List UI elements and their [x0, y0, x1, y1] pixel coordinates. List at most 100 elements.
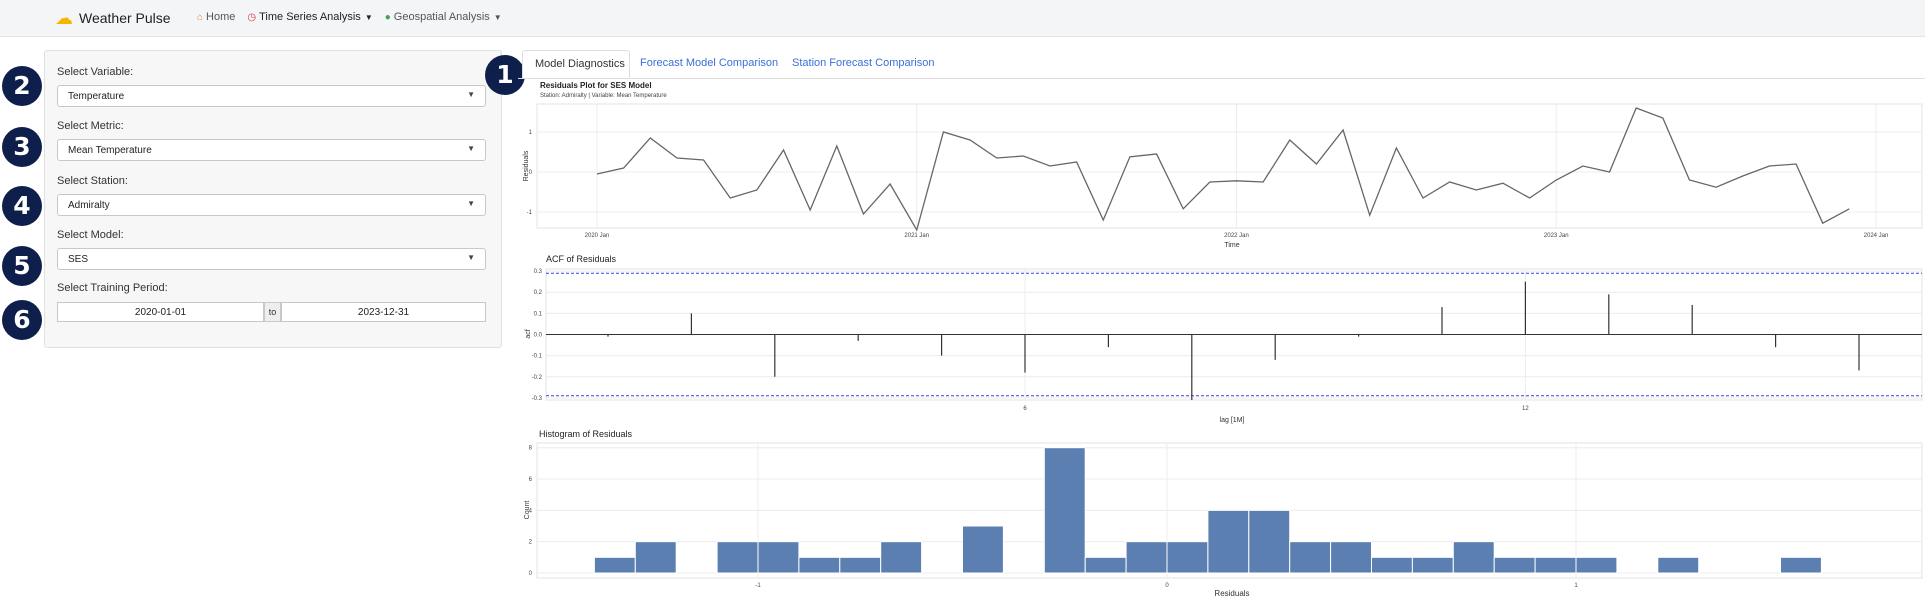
histogram-y-tick: 6 [529, 477, 533, 483]
training-period-label: Select Training Period: [57, 282, 168, 294]
residuals-chart-ylabel: Residuals [523, 150, 530, 181]
caret-down-icon: ▼ [493, 12, 502, 22]
histogram-bar [1248, 509, 1291, 574]
acf-x-tick: 12 [1522, 406, 1529, 412]
tab-model-diagnostics[interactable]: Model Diagnostics [522, 50, 630, 78]
acf-y-tick: -0.2 [532, 375, 543, 381]
acf-plot-area [545, 268, 1923, 401]
histogram-x-tick: 1 [1574, 583, 1578, 589]
histogram-bar [1780, 556, 1822, 574]
variable-select[interactable]: Temperature ▼ [57, 85, 486, 107]
histogram-bar [880, 541, 923, 574]
nav-time-series[interactable]: ◷ Time Series Analysis ▼ [247, 11, 372, 23]
histogram-bar [1493, 556, 1536, 574]
end-date-input[interactable]: 2023-12-31 [281, 302, 486, 322]
start-date-input[interactable]: 2020-01-01 [57, 302, 264, 322]
caret-down-icon: ▼ [364, 12, 373, 22]
residuals-chart-subtitle: Station: Admiralty | Variable: Mean Temp… [540, 93, 667, 99]
acf-chart: ACF of Residuals lag [1M] acf -0.3 -0.2 -0… [525, 254, 1923, 424]
navbar: ☁ Weather Pulse ⌂ Home ◷ Time Series Ana… [0, 0, 1925, 37]
histogram-bar [757, 541, 800, 574]
histogram-chart-title: Histogram of Residuals [539, 429, 633, 439]
residuals-x-tick: 2024 Jan [1864, 233, 1889, 239]
model-label: Select Model: [57, 229, 124, 241]
model-select[interactable]: SES ▼ [57, 248, 486, 270]
histogram-bar [1330, 541, 1372, 574]
residuals-y-tick: -1 [527, 210, 533, 216]
histogram-bar [1575, 556, 1618, 574]
residuals-x-tick: 2021 Jan [904, 233, 929, 239]
app-title: Weather Pulse [79, 10, 171, 26]
tab-station-forecast-comparison[interactable]: Station Forecast Comparison [792, 50, 934, 78]
histogram-bar [634, 541, 677, 574]
histogram-bar [839, 556, 882, 574]
histogram-bar [716, 541, 759, 574]
clock-icon: ◷ [247, 11, 257, 23]
nav-home[interactable]: ⌂ Home [197, 11, 235, 23]
caret-down-icon: ▼ [467, 144, 475, 153]
residuals-chart: Residuals Plot for SES Model Station: Ad… [523, 81, 1923, 249]
brand[interactable]: ☁ Weather Pulse [55, 9, 171, 27]
metric-label: Select Metric: [57, 120, 124, 132]
acf-y-tick: 0.2 [534, 290, 543, 296]
residuals-series-line [596, 107, 1850, 232]
residuals-chart-xlabel: Time [1224, 242, 1239, 249]
residuals-chart-title: Residuals Plot for SES Model [540, 81, 652, 90]
histogram-bar [962, 525, 1004, 574]
metric-select-value: Mean Temperature [68, 145, 152, 156]
histogram-chart: Histogram of Residuals Residuals Count 0… [524, 429, 1923, 598]
tab-bar: Model Diagnostics Forecast Model Compari… [518, 50, 1925, 79]
histogram-y-tick: 0 [529, 571, 533, 577]
histogram-chart-xlabel: Residuals [1214, 589, 1249, 598]
residuals-plot-area [536, 103, 1923, 229]
date-range-separator: to [264, 302, 281, 322]
residuals-x-tick: 2022 Jan [1224, 233, 1249, 239]
metric-select[interactable]: Mean Temperature ▼ [57, 139, 486, 161]
histogram-bar [1534, 556, 1577, 574]
histogram-bar [1452, 541, 1495, 574]
residuals-y-tick: 1 [529, 130, 533, 136]
histogram-bar [593, 556, 636, 574]
nav-geospatial-label: Geospatial Analysis [393, 11, 490, 23]
acf-y-tick: 0.0 [534, 333, 543, 339]
home-icon: ⌂ [197, 11, 204, 23]
map-pin-icon: ● [384, 11, 391, 23]
station-select[interactable]: Admiralty ▼ [57, 194, 486, 216]
acf-chart-title: ACF of Residuals [546, 254, 617, 264]
acf-y-tick: 0.3 [534, 269, 543, 275]
annotation-badge-3: 3 [2, 127, 42, 167]
caret-down-icon: ▼ [467, 253, 475, 262]
acf-chart-ylabel: acf [525, 329, 532, 338]
residuals-y-tick: 0 [529, 170, 533, 176]
acf-y-tick: -0.1 [532, 354, 543, 360]
variable-select-value: Temperature [68, 91, 125, 102]
tab-forecast-model-comparison[interactable]: Forecast Model Comparison [640, 50, 778, 78]
residuals-x-tick: 2023 Jan [1544, 233, 1569, 239]
histogram-plot-area [536, 442, 1923, 579]
histogram-chart-ylabel: Count [524, 501, 531, 520]
weather-sun-cloud-icon: ☁ [55, 8, 73, 28]
annotation-badge-2: 2 [2, 66, 42, 106]
nav-time-series-label: Time Series Analysis [259, 11, 361, 23]
nav-geospatial[interactable]: ● Geospatial Analysis ▼ [385, 11, 502, 23]
histogram-bar [1411, 556, 1454, 574]
residuals-x-tick: 2020 Jan [585, 233, 610, 239]
acf-chart-xlabel: lag [1M] [1220, 417, 1245, 424]
station-label: Select Station: [57, 175, 128, 187]
acf-y-tick: -0.3 [532, 396, 543, 402]
histogram-y-tick: 8 [529, 446, 533, 452]
histogram-y-tick: 4 [529, 508, 533, 514]
histogram-bar [1657, 556, 1700, 574]
histogram-bar [1084, 556, 1127, 574]
nav-home-label: Home [206, 11, 236, 23]
histogram-x-tick: -1 [755, 583, 761, 589]
variable-label: Select Variable: [57, 66, 134, 78]
histogram-bar [1043, 447, 1086, 574]
acf-x-tick: 6 [1023, 406, 1027, 412]
acf-y-tick: 0.1 [534, 311, 543, 317]
histogram-bar [798, 556, 841, 574]
caret-down-icon: ▼ [467, 90, 475, 99]
training-period-range: 2020-01-01 to 2023-12-31 [57, 302, 486, 322]
station-select-value: Admiralty [68, 200, 110, 211]
histogram-y-tick: 2 [529, 540, 533, 546]
